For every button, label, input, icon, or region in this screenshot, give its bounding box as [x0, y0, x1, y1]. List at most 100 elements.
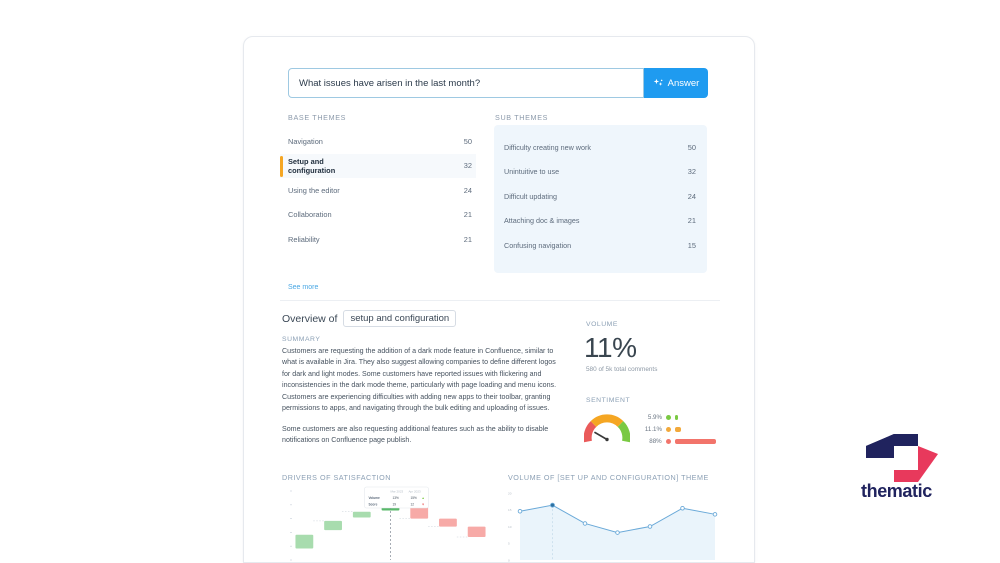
svg-text:12: 12 — [411, 503, 415, 507]
sub-theme-value: 24 — [687, 191, 696, 201]
section-divider — [280, 300, 720, 301]
base-theme-value: 21 — [463, 234, 472, 244]
sentiment-dot — [666, 426, 671, 432]
svg-text:5: 5 — [508, 542, 510, 546]
sentiment-percent: 5.9% — [647, 413, 662, 421]
svg-text:▼: ▼ — [422, 503, 425, 507]
sentiment-dot — [666, 414, 671, 420]
sentiment-dot — [665, 438, 671, 444]
sub-theme-label: Attaching doc & images — [504, 216, 580, 226]
sub-theme-label: Unintuitive to use — [504, 167, 560, 177]
sentiment-percent: 11.1% — [644, 425, 662, 433]
svg-text:10: 10 — [508, 525, 512, 529]
base-theme-row[interactable]: Collaboration 21 — [280, 203, 476, 228]
sub-themes-header: SUB THEMES — [495, 113, 549, 122]
sub-theme-row[interactable]: Confusing navigation 15 — [504, 233, 700, 258]
base-theme-bar-track — [366, 161, 438, 171]
svg-text:Score: Score — [369, 503, 378, 507]
sub-theme-label: Difficulty creating new work — [504, 142, 591, 152]
sub-themes-list: Difficulty creating new work 50 Unintuitiv… — [504, 135, 700, 258]
sparkle-icon — [653, 78, 663, 86]
sub-theme-value: 21 — [687, 216, 696, 226]
sentiment-legend: 5.9% 11.1% 88% — [636, 411, 716, 447]
svg-text:13%: 13% — [393, 496, 400, 500]
sub-theme-bar-track — [592, 216, 660, 226]
volume-header: VOLUME — [586, 321, 618, 328]
base-theme-label: Collaboration — [288, 210, 332, 220]
svg-text:15%: 15% — [411, 496, 418, 500]
question-search-row: What issues have arisen in the last mont… — [288, 68, 708, 98]
sub-theme-row[interactable]: Unintuitive to use 32 — [504, 160, 700, 185]
summary-paragraph-1: Customers are requesting the addition of… — [282, 347, 557, 413]
sentiment-bar — [675, 426, 681, 432]
sub-theme-value: 32 — [687, 167, 696, 177]
sub-theme-row[interactable]: Difficulty creating new work 50 — [504, 135, 700, 160]
svg-text:Apr 2023: Apr 2023 — [409, 490, 422, 494]
base-theme-bar-track — [366, 136, 438, 146]
sub-theme-bar-track — [592, 191, 660, 201]
svg-text:Mar 2023: Mar 2023 — [391, 490, 404, 494]
base-theme-value: 24 — [463, 185, 472, 195]
drivers-chart-title: DRIVERS OF SATISFACTION — [282, 473, 391, 482]
sentiment-percent: 88% — [649, 437, 662, 445]
svg-text:15: 15 — [508, 508, 512, 512]
sub-themes-panel: Difficulty creating new work 50 Unintuitiv… — [494, 125, 707, 273]
summary-body: Customers are requesting the addition of… — [282, 346, 557, 447]
sentiment-legend-item: 88% — [636, 435, 716, 447]
overview-theme-chip[interactable]: setup and configuration — [343, 310, 457, 327]
base-theme-row[interactable]: Setup and configuration 32 — [280, 153, 476, 178]
svg-text:▲: ▲ — [422, 496, 425, 500]
base-theme-bar-track — [366, 185, 438, 195]
overview-title: Overview of setup and configuration — [282, 310, 457, 327]
sub-theme-label: Confusing navigation — [504, 240, 572, 250]
volume-over-time-chart[interactable]: 20151050June2023July2023August2023Septem… — [506, 485, 721, 562]
base-theme-label: Setup and configuration — [288, 156, 336, 175]
answer-button[interactable]: Answer — [644, 68, 708, 98]
sentiment-bar — [675, 414, 679, 420]
base-theme-row[interactable]: Using the editor 24 — [280, 178, 476, 203]
see-more-link[interactable]: See more — [288, 284, 318, 291]
dashboard-card: What issues have arisen in the last mont… — [243, 36, 755, 563]
question-input-value: What issues have arisen in the last mont… — [299, 77, 481, 89]
summary-paragraph-2: Some customers are also requesting addit… — [282, 424, 549, 445]
answer-button-label: Answer — [667, 77, 700, 89]
sub-theme-bar-track — [592, 240, 660, 250]
base-theme-label: Navigation — [288, 136, 323, 146]
volume-caption: 580 of 5k total comments — [586, 366, 658, 373]
sub-theme-bar-track — [592, 167, 660, 177]
base-themes-header: BASE THEMES — [288, 113, 347, 122]
sentiment-header: SENTIMENT — [586, 397, 631, 404]
overview-title-prefix: Overview of — [282, 312, 338, 325]
sub-theme-bar-track — [592, 142, 660, 152]
screenshot-root: What issues have arisen in the last mont… — [0, 0, 1000, 563]
base-theme-bar-track — [366, 210, 438, 220]
sub-theme-value: 15 — [687, 240, 696, 250]
svg-text:20: 20 — [508, 491, 512, 495]
sub-theme-row[interactable]: Attaching doc & images 21 — [504, 209, 700, 234]
base-theme-label: Reliability — [288, 234, 320, 244]
base-theme-bar-track — [366, 234, 438, 244]
volume-chart-title: VOLUME OF [SET UP AND CONFIGURATION] THE… — [508, 473, 709, 482]
base-theme-label: Using the editor — [288, 185, 340, 195]
base-theme-row[interactable]: Reliability 21 — [280, 227, 476, 252]
summary-header: SUMMARY — [282, 336, 321, 343]
drivers-of-satisfaction-chart[interactable]: Mar 2023Apr 2023Volume13%15%▲Score1912▼N… — [280, 485, 495, 562]
sentiment-legend-item: 11.1% — [636, 423, 716, 435]
base-theme-value: 21 — [463, 210, 472, 220]
svg-text:0: 0 — [508, 558, 510, 562]
base-theme-value: 32 — [463, 161, 472, 171]
sub-theme-row[interactable]: Difficult updating 24 — [504, 184, 700, 209]
thematic-logo-text: thematic — [861, 481, 932, 501]
sub-theme-value: 50 — [687, 142, 696, 152]
volume-percent: 11% — [584, 332, 637, 363]
base-theme-row[interactable]: Navigation 50 — [280, 129, 476, 154]
question-input[interactable]: What issues have arisen in the last mont… — [288, 68, 644, 98]
sub-theme-label: Difficult updating — [504, 191, 558, 201]
sentiment-gauge-icon — [584, 414, 630, 443]
base-theme-value: 50 — [463, 136, 472, 146]
base-themes-list: Navigation 50 Setup and configuration 32 Usi… — [280, 129, 476, 252]
selected-accent-bar — [280, 155, 283, 177]
sentiment-legend-item: 5.9% — [636, 411, 716, 423]
svg-text:19: 19 — [393, 503, 397, 507]
svg-text:Volume: Volume — [369, 496, 381, 500]
